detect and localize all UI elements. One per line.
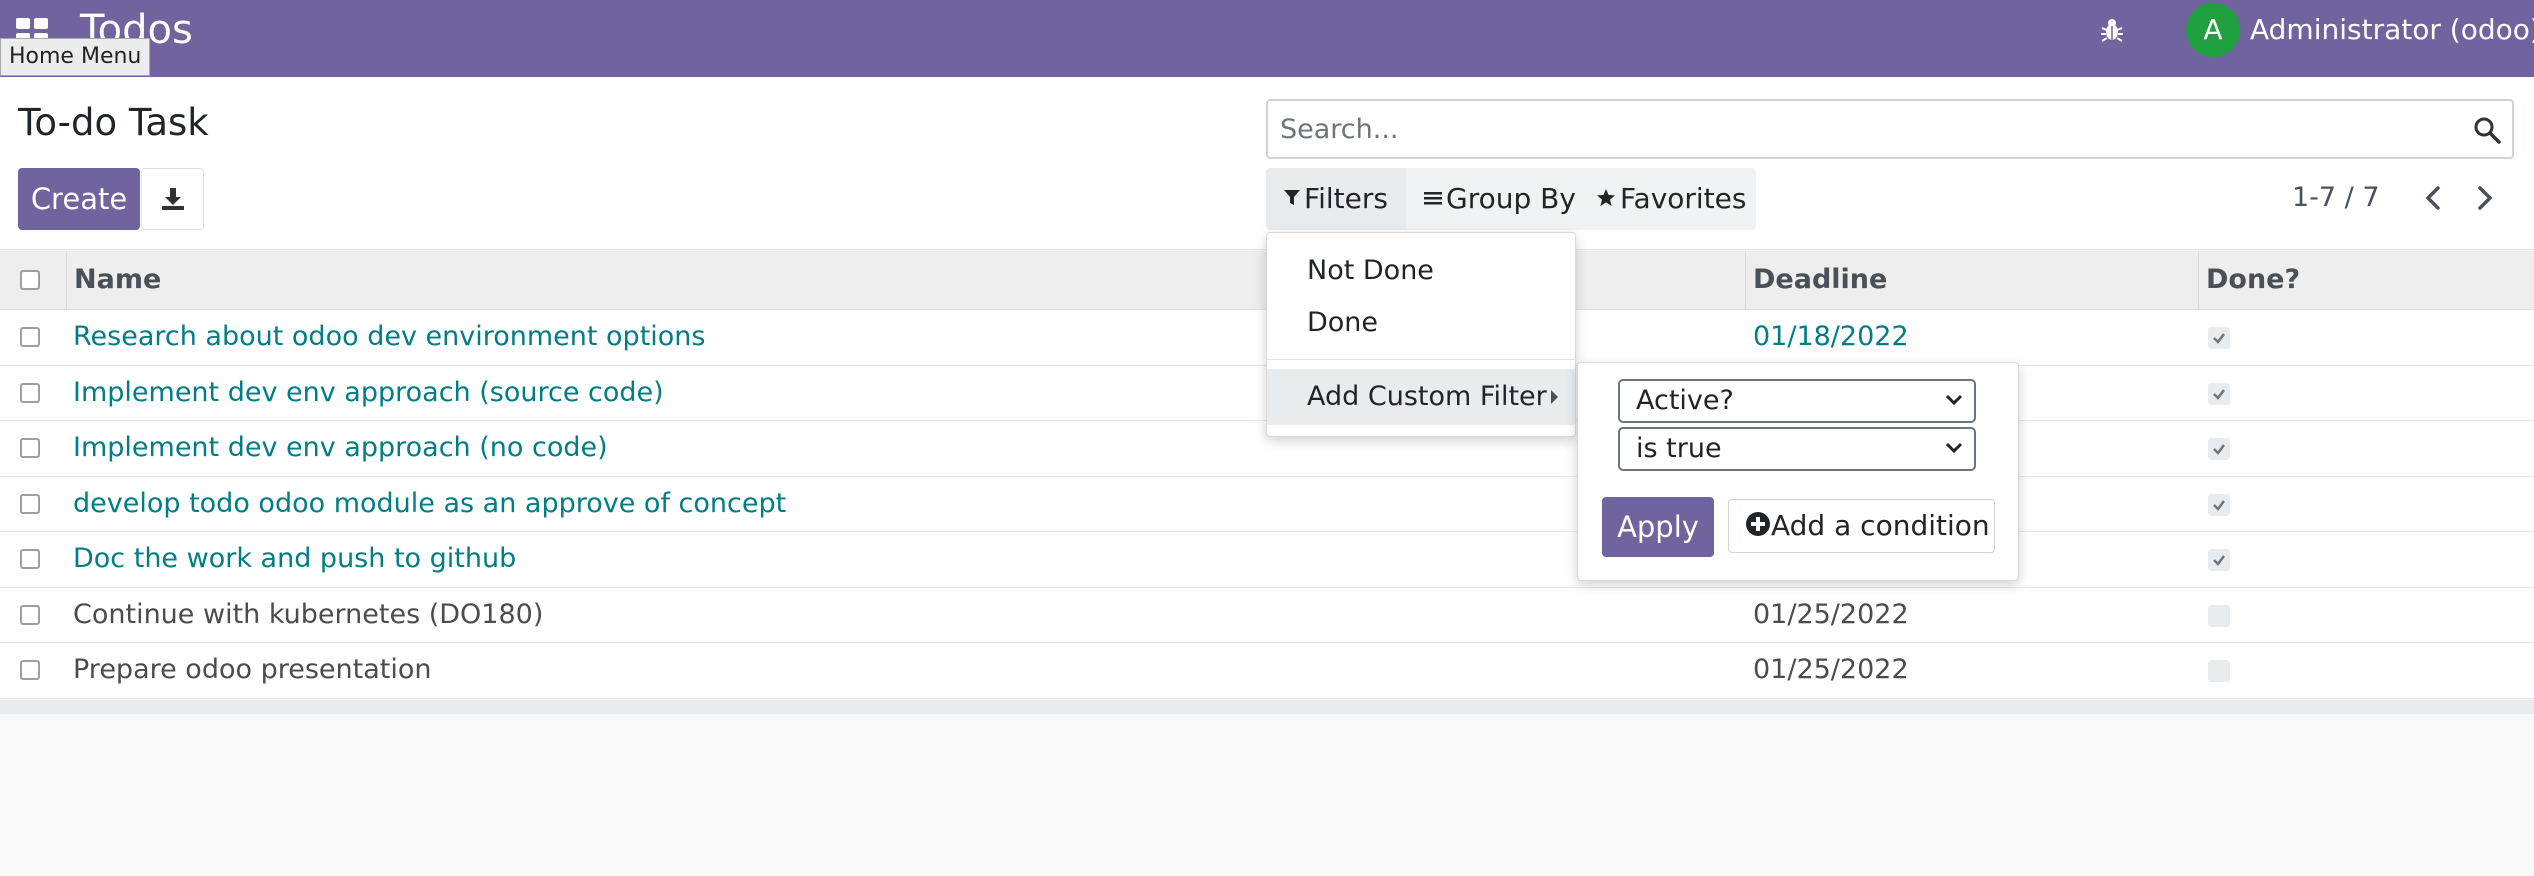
check-icon xyxy=(2213,499,2225,511)
task-deadline: 01/25/2022 xyxy=(1753,654,1909,685)
filters-dropdown: Not Done Done Add Custom Filter xyxy=(1266,232,1576,437)
group-by-button[interactable]: Group By xyxy=(1406,168,1578,230)
star-icon xyxy=(1597,189,1615,206)
filter-field-value: Active? xyxy=(1636,385,1734,416)
page-title: To-do Task xyxy=(18,101,209,144)
export-button[interactable] xyxy=(141,168,204,230)
row-checkbox[interactable] xyxy=(20,327,40,347)
task-name[interactable]: Doc the work and push to github xyxy=(73,532,516,586)
pager-value[interactable]: 1-7 / 7 xyxy=(2292,180,2380,216)
download-icon xyxy=(162,188,184,210)
search-bar xyxy=(1266,99,2514,159)
caret-right-icon xyxy=(1551,390,1558,404)
table-row[interactable]: Prepare odoo presentation 01/25/2022 xyxy=(0,643,2534,699)
filters-button[interactable]: Filters xyxy=(1266,168,1406,230)
add-condition-button[interactable]: Add a condition xyxy=(1728,499,1995,553)
search-input[interactable] xyxy=(1280,101,2460,157)
done-checkbox xyxy=(2208,493,2230,516)
filter-icon xyxy=(1284,190,1300,205)
row-checkbox[interactable] xyxy=(20,382,40,403)
task-name[interactable]: Research about odoo dev environment opti… xyxy=(73,310,705,364)
plus-circle-icon xyxy=(1746,512,1770,536)
row-checkbox[interactable] xyxy=(20,604,40,625)
favorites-label: Favorites xyxy=(1620,182,1747,215)
check-icon xyxy=(2213,388,2225,400)
check-icon xyxy=(2213,444,2225,455)
apply-filter-button[interactable]: Apply xyxy=(1602,497,1714,557)
row-checkbox[interactable] xyxy=(20,549,40,569)
column-header-done[interactable]: Done? xyxy=(2198,251,2300,310)
done-checkbox xyxy=(2208,327,2230,349)
chevron-left-icon[interactable] xyxy=(2416,180,2452,216)
chevron-down-icon xyxy=(1945,394,1963,406)
task-name[interactable]: Implement dev env approach (no code) xyxy=(73,421,608,475)
list-icon xyxy=(1424,192,1442,205)
filter-done[interactable]: Done xyxy=(1307,305,1378,341)
task-deadline: 01/25/2022 xyxy=(1753,598,1909,630)
chevron-down-icon xyxy=(1945,442,1963,454)
task-name[interactable]: Continue with kubernetes (DO180) xyxy=(73,588,543,642)
done-checkbox xyxy=(2208,549,2230,571)
favorites-button[interactable]: Favorites xyxy=(1578,168,1756,230)
group-by-label: Group By xyxy=(1446,182,1576,215)
add-custom-filter-label: Add Custom Filter xyxy=(1307,381,1547,412)
done-checkbox xyxy=(2208,604,2230,627)
filter-operator-value: is true xyxy=(1636,433,1722,464)
create-button[interactable]: Create xyxy=(18,168,140,230)
debug-bug-icon[interactable] xyxy=(2098,16,2126,44)
row-checkbox[interactable] xyxy=(20,493,40,514)
table-row[interactable]: develop todo odoo module as an approve o… xyxy=(0,476,2534,532)
table-row[interactable]: Doc the work and push to github xyxy=(0,532,2534,588)
filter-operator-select[interactable]: is true xyxy=(1618,427,1976,471)
filter-not-done[interactable]: Not Done xyxy=(1307,253,1434,289)
column-header-deadline[interactable]: Deadline xyxy=(1745,251,1887,310)
row-checkbox[interactable] xyxy=(20,438,40,458)
custom-filter-panel: Active? is true Apply Add a condition xyxy=(1577,362,2019,581)
add-condition-label: Add a condition xyxy=(1771,509,1990,542)
done-checkbox xyxy=(2208,438,2230,460)
row-checkbox[interactable] xyxy=(20,660,40,680)
filter-field-select[interactable]: Active? xyxy=(1618,379,1976,423)
column-header-name[interactable]: Name xyxy=(66,251,161,310)
done-checkbox xyxy=(2208,382,2230,405)
search-icon[interactable] xyxy=(2472,115,2502,145)
chevron-right-icon[interactable] xyxy=(2466,180,2502,216)
home-menu-tooltip: Home Menu xyxy=(0,38,151,76)
task-deadline: 01/18/2022 xyxy=(1753,321,1909,352)
task-name[interactable]: Implement dev env approach (source code) xyxy=(73,366,664,420)
check-icon xyxy=(2213,333,2225,344)
dropdown-divider xyxy=(1267,359,1575,360)
list-footer xyxy=(0,700,2534,714)
task-name[interactable]: develop todo odoo module as an approve o… xyxy=(73,477,786,531)
select-all-checkbox[interactable] xyxy=(20,270,40,290)
top-navbar: Todos A Administrator (odoo) xyxy=(0,0,2534,77)
check-icon xyxy=(2213,555,2225,566)
user-avatar[interactable]: A xyxy=(2186,3,2240,57)
filters-label: Filters xyxy=(1304,182,1388,215)
add-custom-filter-toggle[interactable]: Add Custom Filter xyxy=(1267,369,1575,425)
done-checkbox xyxy=(2208,660,2230,682)
control-panel: To-do Task Create Filters Group By Favor… xyxy=(0,77,2534,250)
user-menu[interactable]: Administrator (odoo) xyxy=(2250,12,2534,48)
task-name[interactable]: Prepare odoo presentation xyxy=(73,643,432,697)
table-row[interactable]: Continue with kubernetes (DO180) 01/25/20… xyxy=(0,587,2534,643)
